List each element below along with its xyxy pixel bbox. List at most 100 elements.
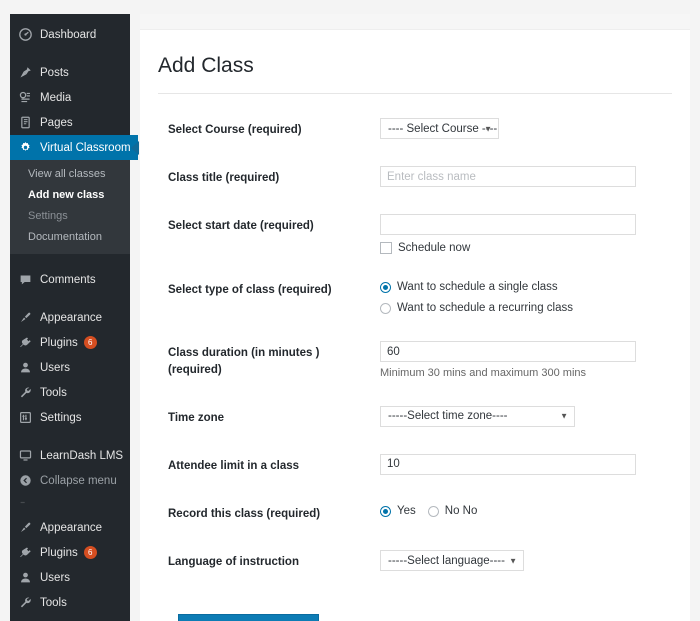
sidebar-item-posts[interactable]: Posts: [10, 60, 130, 85]
record-label: Record this class (required): [168, 508, 321, 521]
plugins-update-badge: 6: [83, 336, 97, 349]
placeholder-icon: [19, 496, 37, 512]
sidebar-partial-label: [37, 498, 40, 510]
form-row-start-date: Select start date (required) Schedule no…: [158, 202, 672, 266]
duration-label: Class duration (in minutes ) (required): [168, 347, 320, 376]
sidebar-item-settings[interactable]: Settings: [10, 405, 130, 430]
sidebar-item-label: Pages: [40, 116, 73, 129]
sidebar-item-label: Settings: [40, 411, 82, 424]
sidebar-item-label: LearnDash LMS: [40, 449, 124, 462]
sidebar-partial-row: [10, 493, 130, 515]
sidebar-item-label: Users: [40, 571, 71, 584]
sidebar-item-users[interactable]: Users: [10, 355, 130, 380]
sidebar-item-label: Plugins: [40, 546, 78, 559]
brush-icon: [19, 311, 37, 324]
sidebar-item-plugins[interactable]: Plugins 6: [10, 330, 130, 355]
class-title-input[interactable]: [380, 166, 636, 188]
schedule-now-row[interactable]: Schedule now: [380, 242, 672, 255]
plugins-update-badge: 6: [83, 546, 97, 559]
timezone-label: Time zone: [168, 411, 225, 424]
class-type-label: Select type of class (required): [168, 284, 332, 297]
form-row-class-type: Select type of class (required) Want to …: [158, 266, 672, 329]
course-label: Select Course (required): [168, 124, 302, 137]
attendee-limit-input[interactable]: [380, 453, 636, 475]
sidebar-submenu-virtual-classroom: View all classes Add new class Settings …: [10, 160, 130, 254]
sidebar-item-comments[interactable]: Comments: [10, 267, 130, 292]
schedule-now-checkbox[interactable]: [380, 242, 392, 255]
sidebar-item-media[interactable]: Media: [10, 85, 130, 110]
form-row-class-title: Class title (required): [158, 154, 672, 202]
sidebar-item-label: Dashboard: [40, 28, 97, 41]
sidebar-item-collapse-menu[interactable]: Collapse menu: [10, 468, 130, 493]
sidebar-item-label: Appearance: [40, 521, 103, 534]
sidebar-item-appearance[interactable]: Appearance: [10, 305, 130, 330]
sidebar-item-appearance-2[interactable]: Appearance: [10, 515, 130, 540]
sidebar-item-settings-2[interactable]: Settings: [10, 615, 130, 621]
course-select-value: ---- Select Course ----: [388, 122, 498, 135]
pin-icon: [19, 66, 37, 79]
brush-icon: [19, 521, 37, 534]
sidebar-subitem-add-new-class[interactable]: Add new class: [10, 185, 130, 206]
media-icon: [19, 91, 37, 104]
sidebar-item-plugins-2[interactable]: Plugins 6: [10, 540, 130, 565]
start-date-input[interactable]: [380, 214, 636, 236]
duration-help-text: Minimum 30 mins and maximum 300 mins: [380, 367, 587, 380]
submit-cell: Schedule and continue: [158, 586, 380, 621]
timezone-select[interactable]: -----Select time zone---- ▼: [380, 405, 575, 427]
sidebar-item-tools-2[interactable]: Tools: [10, 590, 130, 615]
user-icon: [19, 571, 37, 584]
language-select[interactable]: -----Select language---- ▼: [380, 550, 524, 572]
sidebar-item-label: Appearance: [40, 311, 103, 324]
sidebar-item-label: Tools: [40, 386, 67, 399]
sidebar-item-label: Virtual Classroom: [40, 141, 131, 154]
sidebar-item-tools[interactable]: Tools: [10, 380, 130, 405]
sidebar-item-virtual-classroom[interactable]: Virtual Classroom: [10, 135, 139, 160]
title-divider: [158, 93, 672, 95]
sidebar-subitem-settings[interactable]: Settings: [10, 206, 130, 227]
schedule-and-continue-button[interactable]: Schedule and continue: [178, 614, 320, 621]
monitor-icon: [19, 449, 37, 462]
form-row-language: Language of instruction -----Select lang…: [158, 538, 672, 586]
sidebar-item-label: Posts: [40, 66, 69, 79]
course-select[interactable]: ---- Select Course ---- ▼: [380, 118, 499, 140]
record-no-radio[interactable]: [427, 505, 439, 517]
dashboard-icon: [19, 28, 37, 41]
sidebar-item-learndash-lms[interactable]: LearnDash LMS: [10, 443, 130, 468]
sidebar-tertiary-group: Appearance Plugins 6 Users Tools: [10, 515, 130, 621]
class-type-option-single[interactable]: Want to schedule a single class: [380, 278, 672, 296]
sidebar-item-label: Collapse menu: [40, 474, 117, 487]
form-row-timezone: Time zone -----Select time zone---- ▼: [158, 394, 672, 442]
attendee-limit-label: Attendee limit in a class: [168, 459, 300, 472]
class-type-option-recurring[interactable]: Want to schedule a recurring class: [380, 299, 672, 317]
sidebar-item-label: Plugins: [40, 336, 78, 349]
sidebar-item-users-2[interactable]: Users: [10, 565, 130, 590]
record-no-label: No No: [444, 505, 478, 518]
single-class-radio[interactable]: [380, 281, 391, 293]
sidebar-item-dashboard[interactable]: Dashboard: [10, 22, 130, 47]
content-topbar: [140, 14, 690, 30]
sidebar-subitem-documentation[interactable]: Documentation: [10, 227, 130, 248]
comment-icon: [19, 273, 37, 286]
record-yes-radio[interactable]: [380, 505, 391, 517]
pages-icon: [19, 116, 37, 129]
class-title-label: Class title (required): [168, 172, 280, 185]
sidebar-secondary-group: Comments Appearance Plugins 6 Users Tool…: [10, 267, 130, 493]
sidebar-subitem-view-all-classes[interactable]: View all classes: [10, 164, 130, 185]
language-label: Language of instruction: [168, 556, 299, 569]
current-menu-arrow-icon: [131, 140, 139, 155]
recurring-class-radio[interactable]: [380, 302, 391, 314]
duration-input[interactable]: [380, 341, 636, 363]
form-row-record: Record this class (required) Yes No No: [158, 490, 672, 538]
record-yes-label: Yes: [397, 505, 416, 518]
wp-admin-screen: Dashboard Posts Media Pages Virtual Clas…: [0, 0, 700, 621]
schedule-now-label: Schedule now: [398, 242, 471, 255]
start-date-label: Select start date (required): [168, 220, 314, 233]
record-options: Yes No No: [380, 502, 672, 520]
sidebar-item-label: Tools: [40, 596, 67, 609]
sidebar-item-pages[interactable]: Pages: [10, 110, 130, 135]
wrench-icon: [19, 596, 37, 609]
timezone-select-value: -----Select time zone----: [388, 410, 508, 423]
